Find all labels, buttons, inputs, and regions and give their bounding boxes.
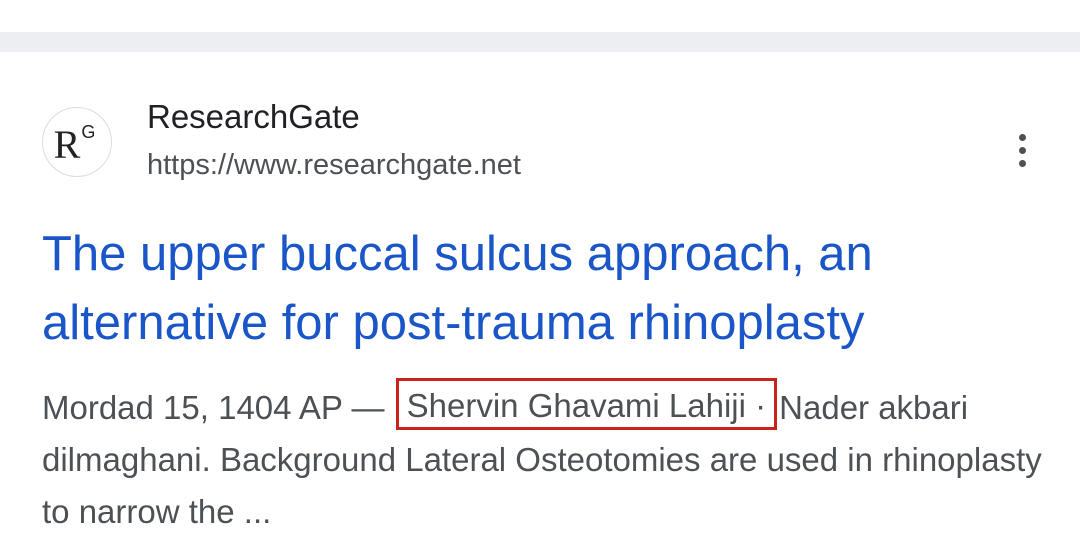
- more-vert-icon-dot: [1018, 133, 1026, 141]
- search-result-card: RG ResearchGate https://www.researchgate…: [0, 52, 1080, 555]
- site-name[interactable]: ResearchGate: [147, 98, 360, 136]
- highlighted-author: Shervin Ghavami Lahiji ·: [395, 378, 778, 430]
- site-url[interactable]: https://www.researchgate.net: [147, 149, 521, 182]
- author-separator: ·: [745, 387, 767, 424]
- site-favicon[interactable]: RG: [42, 107, 112, 177]
- researchgate-logo-icon: RG: [53, 121, 96, 167]
- result-separator: [0, 32, 1080, 52]
- top-blank-area: [0, 0, 1080, 32]
- snippet-date-separator: —: [342, 389, 394, 426]
- result-snippet: Mordad 15, 1404 AP — Shervin Ghavami Lah…: [42, 378, 1052, 538]
- result-title-link[interactable]: The upper buccal sulcus approach, an alt…: [42, 220, 1042, 358]
- more-vert-icon-dot: [1018, 146, 1026, 154]
- more-vert-icon-dot: [1018, 159, 1026, 167]
- snippet-date: Mordad 15, 1404 AP: [42, 389, 343, 426]
- author-name: Shervin Ghavami Lahiji: [406, 387, 746, 424]
- more-options-button[interactable]: [1002, 126, 1042, 174]
